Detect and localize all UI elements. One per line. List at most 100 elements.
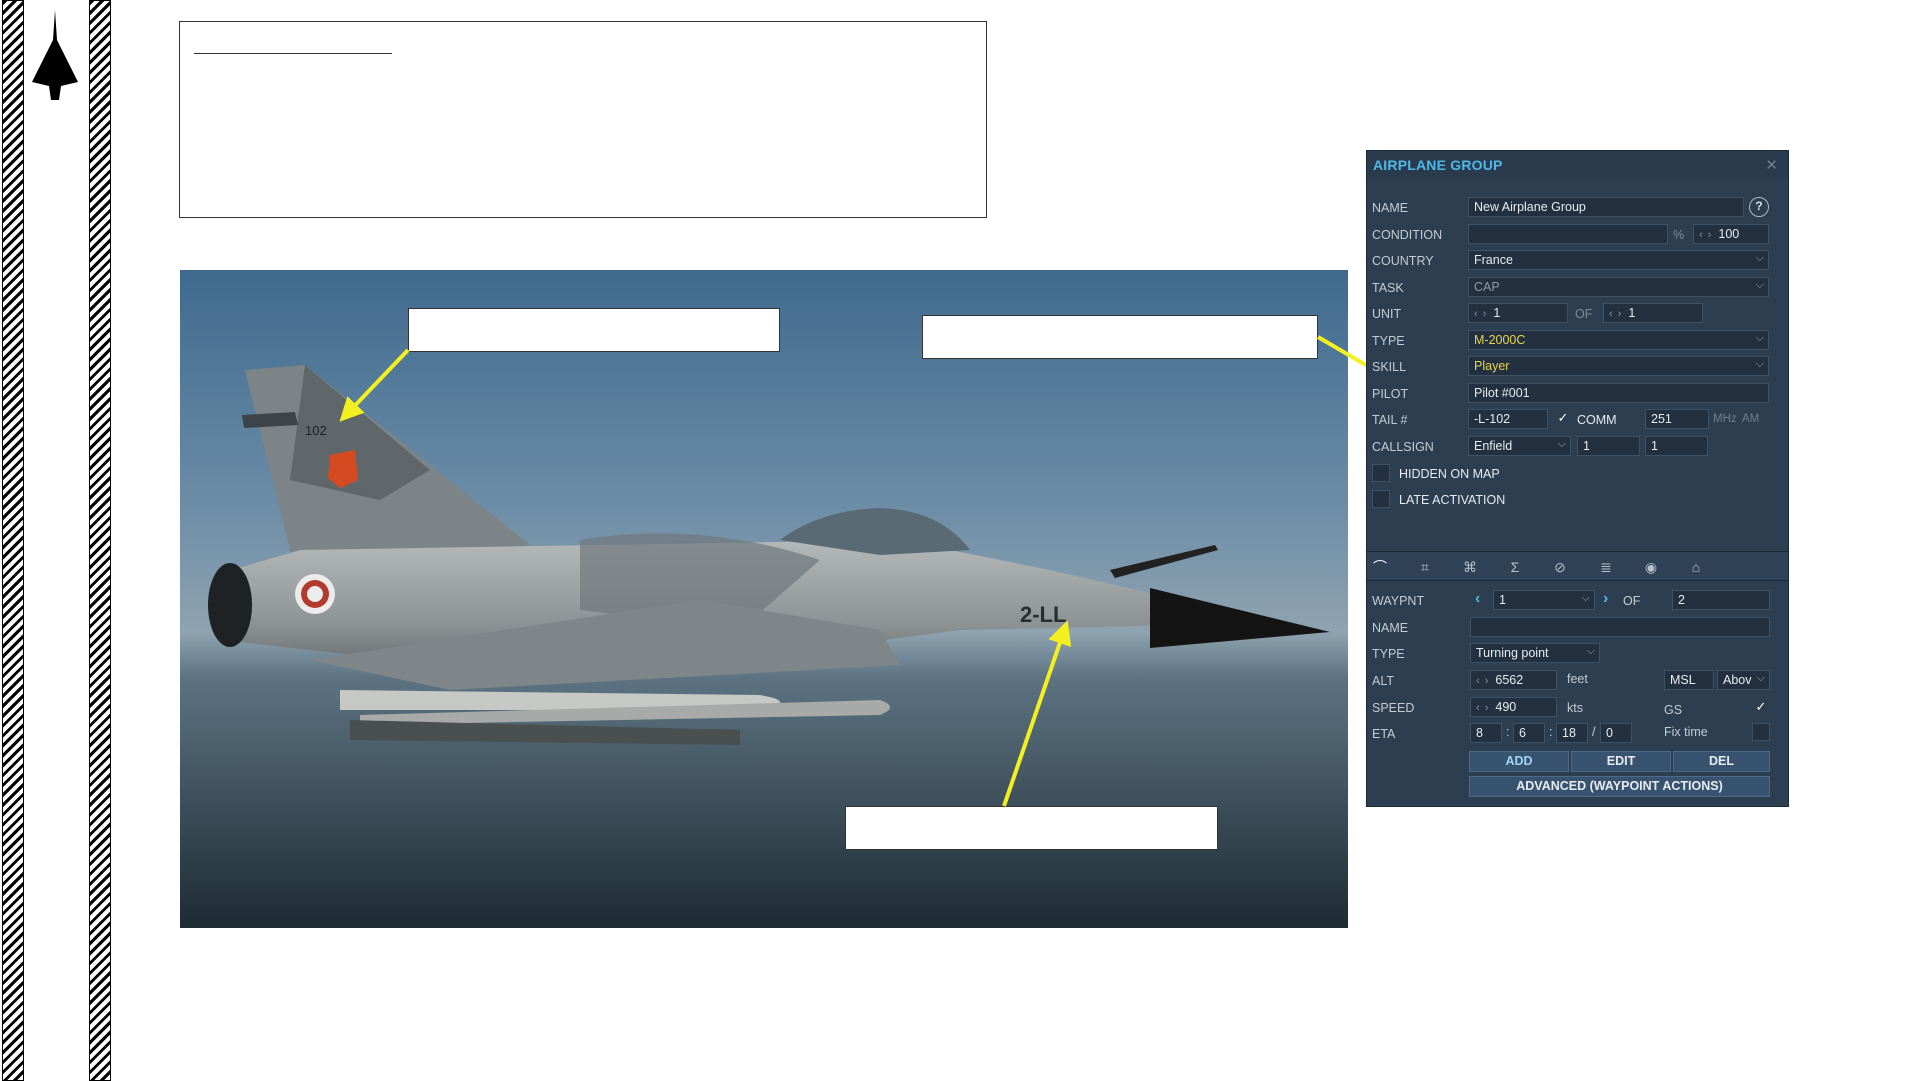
speed-unit: kts [1567, 701, 1583, 715]
task-value: CAP [1474, 280, 1500, 294]
hidden-on-map-checkbox[interactable] [1372, 464, 1390, 482]
title-underline [194, 53, 392, 54]
chevron-down-icon: ⌵ [1755, 358, 1764, 370]
chevron-down-icon: ⌵ [1755, 332, 1764, 344]
comm-label: COMM [1577, 413, 1617, 427]
row-late-activation: LATE ACTIVATION [1367, 488, 1788, 512]
row-waypoint-type: TYPE Turning point ⌵ [1367, 642, 1788, 666]
airplane-group-panel: AIRPLANE GROUP ✕ NAME New Airplane Group… [1366, 150, 1789, 807]
speed-label: SPEED [1372, 701, 1415, 715]
callsign-number2-input[interactable]: 1 [1645, 436, 1708, 456]
eta-minute-input[interactable]: 18 [1556, 723, 1588, 743]
tail-number-marking: 102 [305, 423, 327, 438]
route-icon[interactable]: ⌒ [1369, 557, 1391, 577]
alt-ref-select[interactable]: MSL [1664, 670, 1714, 690]
chevron-left-icon[interactable]: ‹ [1475, 590, 1480, 608]
row-country: COUNTRY France ⌵ [1367, 249, 1788, 273]
type-value: M-2000C [1474, 333, 1526, 347]
advanced-waypoint-actions-button[interactable]: ADVANCED (WAYPOINT ACTIONS) [1469, 776, 1770, 797]
payload-icon[interactable]: ≣ [1595, 557, 1617, 577]
skill-value: Player [1474, 359, 1510, 373]
spinner-arrows-icon[interactable]: ‹ › [1699, 229, 1712, 241]
summary-icon[interactable]: Σ [1504, 557, 1526, 577]
callsign-number1-input[interactable]: 1 [1577, 436, 1640, 456]
speed-spinner[interactable]: ‹ › 490 [1470, 697, 1557, 717]
chevron-down-icon: ⌵ [1557, 438, 1566, 450]
callsign-label: CALLSIGN [1372, 440, 1434, 454]
alt-ref2-select[interactable]: Abov ⌵ [1717, 670, 1770, 690]
pilot-input[interactable]: Pilot #001 [1468, 383, 1769, 403]
comm-checkbox[interactable]: ✓ [1554, 410, 1572, 428]
comm-frequency-input[interactable]: 251 [1645, 409, 1709, 429]
unit-total-spinner[interactable]: ‹ › 1 [1603, 303, 1703, 323]
unit-label: UNIT [1372, 307, 1402, 321]
unit-of-label: OF [1575, 307, 1593, 321]
type-select[interactable]: M-2000C ⌵ [1468, 330, 1769, 350]
radio-icon[interactable]: ◉ [1640, 557, 1662, 577]
triggered-actions-icon[interactable]: ⌗ [1414, 557, 1436, 577]
spinner-arrows-icon[interactable]: ‹ › [1474, 308, 1487, 320]
condition-spinner-value: 100 [1718, 227, 1740, 241]
skill-select[interactable]: Player ⌵ [1468, 356, 1769, 376]
condition-spinner[interactable]: ‹ › 100 [1693, 224, 1769, 244]
eta-hour-input[interactable]: 6 [1513, 723, 1545, 743]
spinner-arrows-icon[interactable]: ‹ › [1476, 675, 1489, 687]
country-select[interactable]: France ⌵ [1468, 250, 1769, 270]
waypoint-name-label: NAME [1372, 621, 1409, 635]
eta-second-input[interactable]: 0 [1600, 723, 1632, 743]
panel-tab-bar: ⌒ ⌗ ⌘ Σ ⊘ ≣ ◉ ⌂ [1367, 551, 1788, 581]
aircraft-icon[interactable]: ⌂ [1685, 557, 1707, 577]
fix-time-checkbox[interactable] [1752, 723, 1770, 741]
callout-box-nose-code [845, 806, 1218, 850]
mhz-label: MHz [1713, 413, 1737, 425]
alt-spinner[interactable]: ‹ › 6562 [1470, 670, 1557, 690]
targets-icon[interactable]: ⌘ [1459, 557, 1481, 577]
tail-number-input[interactable]: -L-102 [1468, 409, 1548, 429]
task-select[interactable]: CAP ⌵ [1468, 277, 1769, 297]
late-activation-checkbox[interactable] [1372, 490, 1390, 508]
eta-day-input[interactable]: 8 [1470, 723, 1502, 743]
add-waypoint-button[interactable]: ADD [1469, 751, 1569, 772]
row-alt: ALT ‹ › 6562 feet MSL Abov ⌵ [1367, 669, 1788, 693]
right-hatch-border [89, 0, 111, 1081]
unit-value: 1 [1493, 306, 1501, 320]
country-label: COUNTRY [1372, 254, 1434, 268]
callout-box-tail [408, 308, 780, 352]
task-label: TASK [1372, 281, 1404, 295]
help-icon[interactable]: ? [1749, 197, 1769, 217]
eta-separator: : [1549, 725, 1553, 739]
edit-waypoint-button[interactable]: EDIT [1571, 751, 1671, 772]
name-input[interactable]: New Airplane Group [1468, 197, 1744, 217]
close-icon[interactable]: ✕ [1765, 156, 1778, 174]
am-label[interactable]: AM [1742, 413, 1759, 425]
chevron-down-icon: ⌵ [1586, 645, 1595, 657]
callout-box-tail-number-field [922, 315, 1318, 359]
unit-total: 1 [1628, 306, 1636, 320]
row-skill: SKILL Player ⌵ [1367, 355, 1788, 379]
slide: 102 2-LL AIRPLANE GROUP ✕ NAME New Airpl… [0, 0, 1921, 1081]
callsign-select[interactable]: Enfield ⌵ [1468, 436, 1571, 456]
waypoint-label: WAYPNT [1372, 594, 1425, 608]
panel-header: AIRPLANE GROUP ✕ [1367, 151, 1788, 179]
percent-sign: % [1673, 228, 1685, 242]
waypoint-select[interactable]: 1 ⌵ [1493, 590, 1595, 610]
waypoint-type-select[interactable]: Turning point ⌵ [1470, 643, 1600, 663]
condition-input[interactable] [1468, 224, 1668, 244]
skill-label: SKILL [1372, 360, 1407, 374]
spinner-arrows-icon[interactable]: ‹ › [1476, 702, 1489, 714]
waypoint-of-label: OF [1623, 594, 1641, 608]
chevron-right-icon[interactable]: › [1603, 590, 1608, 608]
unit-spinner[interactable]: ‹ › 1 [1468, 303, 1568, 323]
eta-label: ETA [1372, 727, 1396, 741]
type-label: TYPE [1372, 334, 1405, 348]
row-tail: TAIL # -L-102 ✓ COMM 251 MHz AM [1367, 408, 1788, 432]
failures-icon[interactable]: ⊘ [1549, 557, 1571, 577]
title-box [179, 21, 987, 218]
gs-checkbox[interactable]: ✓ [1752, 699, 1770, 717]
spinner-arrows-icon[interactable]: ‹ › [1609, 308, 1622, 320]
waypoint-total: 2 [1672, 590, 1770, 610]
delete-waypoint-button[interactable]: DEL [1673, 751, 1770, 772]
waypoint-type-label: TYPE [1372, 647, 1405, 661]
waypoint-name-input[interactable] [1470, 617, 1770, 637]
row-type: TYPE M-2000C ⌵ [1367, 329, 1788, 353]
